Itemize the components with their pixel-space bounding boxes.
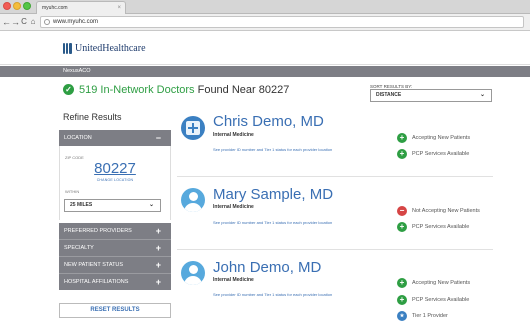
distance-select[interactable]: 25 MILES ⌄ <box>64 199 161 212</box>
results-location: Found Near 80227 <box>194 84 290 96</box>
chevron-down-icon: ⌄ <box>148 202 154 208</box>
provider-details-link[interactable]: See provider ID number and Tier 1 status… <box>213 220 332 225</box>
results-title: 519 In-Network Doctors Found Near 80227 <box>79 83 289 97</box>
collapse-minus-icon: − <box>155 133 161 143</box>
window-minimize-button[interactable] <box>13 2 21 10</box>
within-label: WITHIN <box>65 189 80 194</box>
unitedhealthcare-logo-icon[interactable] <box>63 43 72 54</box>
zip-code-value[interactable]: 80227 <box>59 160 171 177</box>
provider-divider <box>177 176 493 177</box>
provider-name[interactable]: Chris Demo, MD <box>213 114 324 130</box>
provider-card: Chris Demo, MD Internal Medicine See pro… <box>177 110 493 176</box>
expand-plus-icon: + <box>155 277 161 287</box>
status-text: PCP Services Available <box>412 151 470 157</box>
tab-title: myuhc.com <box>42 5 68 11</box>
status-text: Accepting New Patients <box>412 280 471 286</box>
sub-brand-label: NexusACO <box>63 68 91 74</box>
change-location-link[interactable]: CHANGE LOCATION <box>59 178 171 182</box>
provider-name[interactable]: John Demo, MD <box>213 260 321 276</box>
provider-details-link[interactable]: See provider ID number and Tier 1 status… <box>213 292 332 297</box>
plus-circle-icon: + <box>397 149 407 159</box>
refine-results-title: Refine Results <box>63 112 122 122</box>
distance-value: 25 MILES <box>70 202 93 208</box>
expand-plus-icon: + <box>155 226 161 236</box>
browser-toolbar: ← → C ⌂ www.myuhc.com <box>0 14 530 31</box>
sidebar-item-location[interactable]: LOCATION − <box>59 130 171 146</box>
provider-divider <box>177 249 493 250</box>
provider-name[interactable]: Mary Sample, MD <box>213 187 333 203</box>
provider-specialty: Internal Medicine <box>213 204 254 210</box>
sidebar-item-label: SPECIALTY <box>64 245 94 251</box>
sub-brand-bar: NexusACO <box>0 66 530 77</box>
provider-badge-icon <box>181 116 205 140</box>
back-arrow-icon[interactable]: ← <box>2 16 11 28</box>
status-text: PCP Services Available <box>412 224 470 230</box>
browser-tab[interactable]: myuhc.com × <box>36 1 126 14</box>
sidebar-item-specialty[interactable]: SPECIALTY + <box>59 240 171 256</box>
tab-close-icon[interactable]: × <box>117 2 121 14</box>
sidebar-item-hospital-affiliations[interactable]: HOSPITAL AFFILIATIONS + <box>59 274 171 290</box>
browser-tab-bar: myuhc.com × <box>0 0 530 14</box>
sidebar-item-label: LOCATION <box>64 135 92 141</box>
check-circle-icon: ✓ <box>63 84 74 95</box>
minus-circle-icon: − <box>397 206 407 216</box>
status-text: Not Accepting New Patients <box>412 208 480 214</box>
person-avatar-icon <box>181 188 205 212</box>
window-close-button[interactable] <box>3 2 11 10</box>
sidebar-item-label: HOSPITAL AFFILIATIONS <box>64 279 129 285</box>
expand-plus-icon: + <box>155 260 161 270</box>
provider-specialty: Internal Medicine <box>213 277 254 283</box>
sort-select[interactable]: DISTANCE ⌄ <box>370 89 492 102</box>
provider-details-link[interactable]: See provider ID number and Tier 1 status… <box>213 147 332 152</box>
window-zoom-button[interactable] <box>23 2 31 10</box>
provider-specialty: Internal Medicine <box>213 132 254 138</box>
sort-value: DISTANCE <box>376 92 402 98</box>
plus-circle-icon: + <box>397 295 407 305</box>
expand-plus-icon: + <box>155 243 161 253</box>
sidebar-item-label: PREFERRED PROVIDERS <box>64 228 132 234</box>
site-header: UnitedHealthcare <box>0 32 530 65</box>
plus-circle-icon: + <box>397 278 407 288</box>
forward-arrow-icon[interactable]: → <box>11 16 20 28</box>
person-avatar-icon <box>181 261 205 285</box>
status-text: Accepting New Patients <box>412 135 471 141</box>
home-icon[interactable]: ⌂ <box>29 16 37 28</box>
address-url: www.myuhc.com <box>53 19 99 25</box>
sidebar-item-preferred-providers[interactable]: PREFERRED PROVIDERS + <box>59 223 171 239</box>
sidebar-item-label: NEW PATIENT STATUS <box>64 262 124 268</box>
page-info-icon[interactable] <box>44 19 50 25</box>
sidebar-item-new-patient-status[interactable]: NEW PATIENT STATUS + <box>59 257 171 273</box>
tier-star-icon: ★ <box>397 311 407 321</box>
results-count: 519 In-Network Doctors <box>79 84 195 96</box>
address-bar[interactable]: www.myuhc.com <box>40 16 524 28</box>
plus-circle-icon: + <box>397 222 407 232</box>
plus-circle-icon: + <box>397 133 407 143</box>
status-text: Tier 1 Provider <box>412 313 448 319</box>
chevron-down-icon: ⌄ <box>479 92 485 98</box>
reload-icon[interactable]: C <box>20 16 28 28</box>
provider-card: Mary Sample, MD Internal Medicine See pr… <box>177 182 493 248</box>
status-text: PCP Services Available <box>412 297 470 303</box>
brand-logo-text[interactable]: UnitedHealthcare <box>75 43 146 55</box>
reset-results-button[interactable]: RESET RESULTS <box>59 303 171 318</box>
